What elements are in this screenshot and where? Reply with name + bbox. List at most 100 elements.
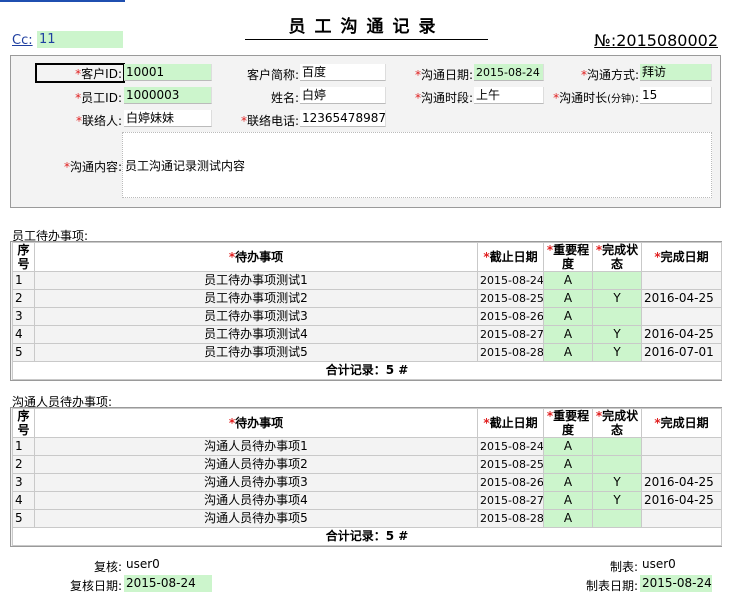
col-header-importance: *重要程度	[543, 408, 593, 438]
contact-field[interactable]: 白婷妹妹	[124, 110, 212, 127]
row-item[interactable]: 沟通人员待办事项4	[34, 491, 478, 510]
row-seq[interactable]: 2	[12, 455, 35, 474]
row-done-date[interactable]	[641, 455, 722, 474]
row-seq[interactable]: 3	[12, 473, 35, 492]
row-done-date[interactable]	[641, 509, 722, 528]
row-status[interactable]: Y	[592, 491, 642, 510]
row-done-date[interactable]: 2016-04-25	[641, 491, 722, 510]
row-deadline[interactable]: 2015-08-27	[477, 491, 544, 510]
row-done-date[interactable]: 2016-04-25	[641, 325, 722, 344]
table-row[interactable]: 1 员工待办事项测试1 2015-08-24 A	[12, 271, 722, 290]
table-row[interactable]: 4 员工待办事项测试4 2015-08-27 A Y 2016-04-25	[12, 325, 722, 344]
contact-todo-total: 合计记录：5 #	[12, 527, 722, 546]
table-row[interactable]: 5 沟通人员待办事项5 2015-08-28 A	[12, 509, 722, 528]
row-seq[interactable]: 4	[12, 325, 35, 344]
row-seq[interactable]: 5	[12, 343, 35, 362]
row-done-date[interactable]	[641, 271, 722, 290]
row-seq[interactable]: 2	[12, 289, 35, 308]
table-row[interactable]: 3 沟通人员待办事项3 2015-08-26 A Y 2016-04-25	[12, 473, 722, 492]
row-deadline[interactable]: 2015-08-27	[477, 325, 544, 344]
table-row[interactable]: 4 沟通人员待办事项4 2015-08-27 A Y 2016-04-25	[12, 491, 722, 510]
make-date-field[interactable]: 2015-08-24	[640, 575, 712, 592]
row-importance[interactable]: A	[543, 343, 593, 362]
col-header-status: *完成状态	[592, 408, 642, 438]
row-seq[interactable]: 4	[12, 491, 35, 510]
cc-label[interactable]: Cc:	[12, 33, 33, 48]
comm-duration-label: *沟通时长(分钟):	[553, 91, 639, 105]
table-row[interactable]: 5 员工待办事项测试5 2015-08-28 A Y 2016-07-01	[12, 343, 722, 362]
comm-period-field[interactable]: 上午	[474, 87, 544, 104]
col-header-item: *待办事项	[34, 242, 478, 272]
row-seq[interactable]: 1	[12, 437, 35, 456]
row-deadline[interactable]: 2015-08-28	[477, 509, 544, 528]
row-item[interactable]: 员工待办事项测试2	[34, 289, 478, 308]
row-deadline[interactable]: 2015-08-25	[477, 289, 544, 308]
customer-short-label: 客户简称:	[246, 68, 299, 82]
row-status[interactable]	[592, 307, 642, 326]
row-status[interactable]	[592, 437, 642, 456]
content-text: 员工沟通记录测试内容	[125, 159, 246, 173]
row-status[interactable]	[592, 271, 642, 290]
row-deadline[interactable]: 2015-08-26	[477, 473, 544, 492]
reviewer-field[interactable]: user0	[124, 556, 212, 573]
row-deadline[interactable]: 2015-08-28	[477, 343, 544, 362]
row-done-date[interactable]: 2016-04-25	[641, 289, 722, 308]
row-deadline[interactable]: 2015-08-26	[477, 307, 544, 326]
row-importance[interactable]: A	[543, 491, 593, 510]
row-status[interactable]: Y	[592, 325, 642, 344]
row-deadline[interactable]: 2015-08-25	[477, 455, 544, 474]
row-seq[interactable]: 1	[12, 271, 35, 290]
row-item[interactable]: 沟通人员待办事项5	[34, 509, 478, 528]
page-title: 员工沟通记录	[245, 12, 488, 40]
comm-method-field[interactable]: 拜访	[640, 64, 712, 81]
row-seq[interactable]: 3	[12, 307, 35, 326]
phone-field[interactable]: 12365478987	[300, 110, 386, 127]
row-status[interactable]: Y	[592, 289, 642, 308]
row-importance[interactable]: A	[543, 325, 593, 344]
row-item[interactable]: 沟通人员待办事项1	[34, 437, 478, 456]
row-item[interactable]: 员工待办事项测试3	[34, 307, 478, 326]
row-importance[interactable]: A	[543, 307, 593, 326]
row-status[interactable]	[592, 509, 642, 528]
row-importance[interactable]: A	[543, 271, 593, 290]
row-item[interactable]: 沟通人员待办事项3	[34, 473, 478, 492]
customer-short-field[interactable]: 百度	[300, 64, 386, 81]
table-row[interactable]: 2 员工待办事项测试2 2015-08-25 A Y 2016-04-25	[12, 289, 722, 308]
cc-value-field[interactable]: 11	[37, 31, 123, 48]
table-row[interactable]: 1 沟通人员待办事项1 2015-08-24 A	[12, 437, 722, 456]
customer-id-field[interactable]: 10001	[124, 64, 212, 81]
row-item[interactable]: 员工待办事项测试5	[34, 343, 478, 362]
comm-date-field[interactable]: 2015-08-24	[474, 64, 544, 81]
row-seq[interactable]: 5	[12, 509, 35, 528]
row-importance[interactable]: A	[543, 437, 593, 456]
comm-duration-field[interactable]: 15	[640, 87, 712, 104]
row-importance[interactable]: A	[543, 289, 593, 308]
row-status[interactable]	[592, 455, 642, 474]
row-status[interactable]: Y	[592, 343, 642, 362]
name-field[interactable]: 白婷	[300, 87, 386, 104]
row-item[interactable]: 员工待办事项测试1	[34, 271, 478, 290]
review-date-field[interactable]: 2015-08-24	[124, 575, 212, 592]
employee-id-field[interactable]: 1000003	[124, 87, 212, 104]
row-importance[interactable]: A	[543, 455, 593, 474]
table-row[interactable]: 2 沟通人员待办事项2 2015-08-25 A	[12, 455, 722, 474]
table-row[interactable]: 3 员工待办事项测试3 2015-08-26 A	[12, 307, 722, 326]
row-importance[interactable]: A	[543, 473, 593, 492]
content-textarea[interactable]: 员工沟通记录测试内容	[122, 132, 712, 198]
row-importance[interactable]: A	[543, 509, 593, 528]
row-done-date[interactable]: 2016-07-01	[641, 343, 722, 362]
row-item[interactable]: 沟通人员待办事项2	[34, 455, 478, 474]
row-deadline[interactable]: 2015-08-24	[477, 437, 544, 456]
row-item[interactable]: 员工待办事项测试4	[34, 325, 478, 344]
row-deadline[interactable]: 2015-08-24	[477, 271, 544, 290]
employee-todo-total: 合计记录：5 #	[12, 361, 722, 380]
row-done-date[interactable]	[641, 307, 722, 326]
row-status[interactable]: Y	[592, 473, 642, 492]
comm-period-label: *沟通时段:	[414, 91, 473, 105]
col-header-importance: *重要程度	[543, 242, 593, 272]
row-done-date[interactable]	[641, 437, 722, 456]
document-number: №:2015080002	[594, 31, 718, 50]
maker-field[interactable]: user0	[640, 556, 712, 573]
col-header-seq: 序号	[12, 408, 35, 438]
row-done-date[interactable]: 2016-04-25	[641, 473, 722, 492]
